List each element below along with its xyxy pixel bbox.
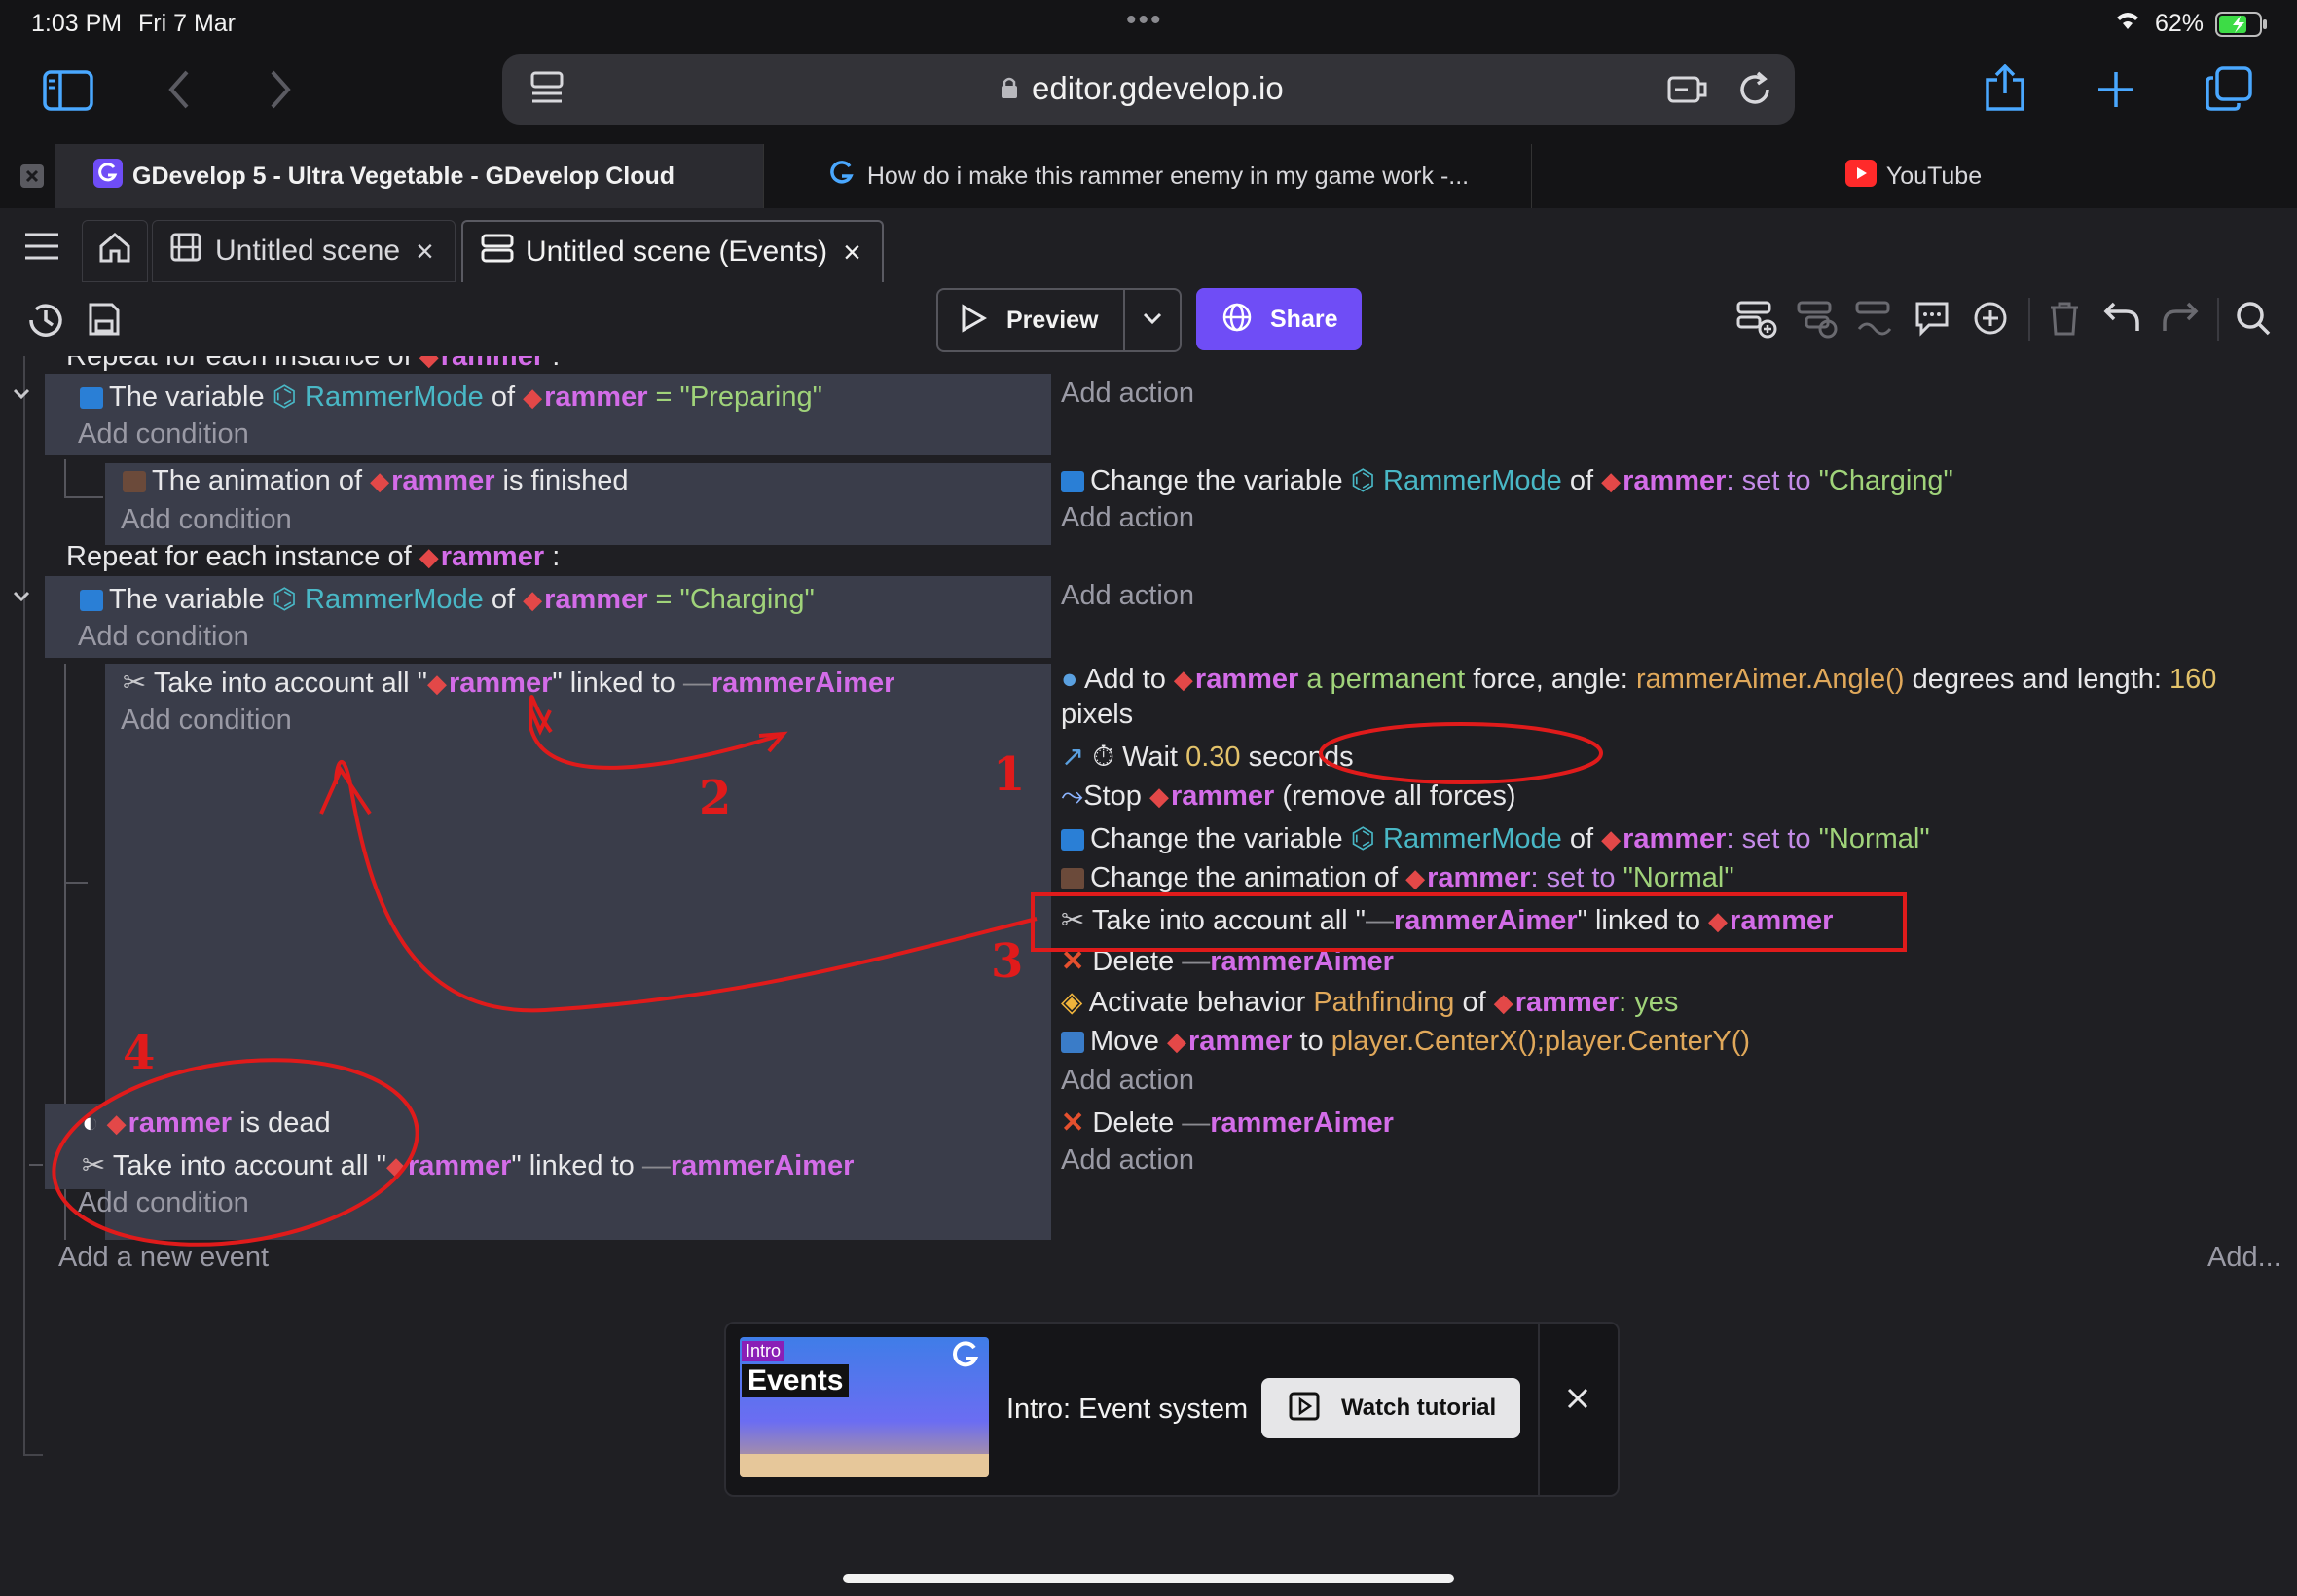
home-indicator[interactable] — [843, 1574, 1454, 1583]
share-button[interactable]: Share — [1196, 288, 1362, 350]
battery-icon — [2215, 12, 2270, 44]
toolbar-divider — [2028, 298, 2030, 341]
add-subevent-icon[interactable] — [1797, 300, 1838, 345]
home-icon — [98, 232, 131, 271]
card-divider — [1538, 1324, 1540, 1495]
reload-icon[interactable] — [1736, 70, 1773, 114]
battery-percent: 62% — [2155, 10, 2205, 37]
preview-button[interactable]: Preview — [938, 290, 1123, 350]
tabs-overview-icon[interactable] — [2206, 66, 2252, 116]
play-icon — [1289, 1392, 1320, 1426]
tutorial-card: Intro Events Intro: Event system Watch t… — [724, 1322, 1620, 1497]
add-event-icon[interactable] — [1736, 300, 1777, 345]
browser-tab-bar: GDevelop 5 - Ultra Vegetable - GDevelop … — [0, 144, 2297, 208]
annotation-number-4: 4 — [123, 1026, 156, 1080]
browser-tab-label: GDevelop 5 - Ultra Vegetable - GDevelop … — [132, 162, 675, 190]
share-label: Share — [1270, 305, 1338, 333]
undo-icon[interactable] — [2102, 300, 2141, 341]
annotation-ellipse-dead — [52, 1058, 419, 1247]
gdevelop-logo-icon — [948, 1341, 983, 1375]
search-icon[interactable] — [2235, 300, 2272, 343]
watch-tutorial-label: Watch tutorial — [1341, 1395, 1497, 1421]
browser-tab-youtube[interactable]: YouTube — [1530, 144, 2297, 208]
annotation-ellipse-wait — [1319, 722, 1603, 784]
close-tab-icon[interactable] — [19, 163, 45, 194]
new-tab-icon[interactable] — [2096, 70, 2135, 114]
preview-options-button[interactable] — [1123, 290, 1182, 350]
preview-button-group: Preview — [936, 288, 1182, 352]
play-icon — [960, 303, 988, 338]
thumb-badge: Intro — [742, 1341, 785, 1361]
annotation-number-1: 1 — [993, 747, 1026, 802]
sidebar-toggle-icon[interactable] — [43, 70, 93, 119]
forward-icon[interactable] — [265, 68, 294, 116]
status-date: Fri 7 Mar — [138, 10, 236, 37]
annotation-arrow-2 — [528, 695, 780, 770]
youtube-favicon — [1844, 159, 1877, 194]
preview-label: Preview — [1006, 306, 1099, 334]
url-text[interactable]: editor.gdevelop.io — [1032, 70, 1284, 107]
annotation-number-3: 3 — [991, 934, 1024, 989]
tab-events-label: Untitled scene (Events) — [526, 236, 828, 268]
page-menu-icon[interactable] — [529, 70, 565, 112]
close-icon[interactable]: × — [416, 234, 434, 270]
multitask-dots-icon[interactable]: ••• — [1126, 4, 1163, 37]
home-tab[interactable] — [82, 220, 148, 282]
status-time: 1:03 PM — [31, 10, 123, 37]
annotation-rect-link — [1031, 892, 1907, 952]
browser-tab-label: How do i make this rammer enemy in my ga… — [866, 162, 1470, 190]
film-icon — [170, 233, 201, 270]
annotation-arrowhead — [758, 731, 788, 753]
gdevelop-favicon — [826, 160, 857, 193]
hamburger-menu-icon[interactable] — [23, 232, 60, 266]
watch-tutorial-button[interactable]: Watch tutorial — [1261, 1378, 1520, 1438]
share-icon[interactable] — [1984, 63, 2026, 118]
annotation-arrow-3 — [334, 759, 1038, 1013]
tab-scene-events[interactable]: Untitled scene (Events) × — [461, 220, 884, 282]
browser-tab-forum[interactable]: How do i make this rammer enemy in my ga… — [763, 144, 1532, 208]
thumb-ground — [740, 1454, 989, 1477]
close-icon[interactable] — [1565, 1386, 1590, 1416]
events-list-icon — [481, 234, 514, 271]
tutorial-title: Intro: Event system — [1006, 1394, 1249, 1425]
browser-tab-gdevelop[interactable]: GDevelop 5 - Ultra Vegetable - GDevelop … — [55, 144, 763, 208]
events-toolbar: Preview Share — [0, 286, 2297, 362]
add-circle-icon[interactable] — [1972, 300, 2009, 343]
redo-icon[interactable] — [2161, 300, 2200, 341]
gdevelop-favicon — [93, 158, 123, 195]
add-comment-event-icon[interactable] — [1855, 300, 1896, 345]
annotation-number-2: 2 — [699, 771, 732, 825]
safari-toolbar: editor.gdevelop.io — [0, 49, 2297, 144]
thumb-title: Events — [742, 1364, 850, 1397]
close-icon[interactable]: × — [843, 235, 861, 271]
save-icon[interactable] — [88, 302, 121, 343]
back-icon[interactable] — [165, 68, 195, 116]
status-bar: 1:03 PM Fri 7 Mar ••• 62% — [0, 0, 2297, 49]
lock-icon — [1001, 76, 1018, 104]
tutorial-thumbnail[interactable]: Intro Events — [740, 1337, 989, 1477]
address-bar[interactable]: editor.gdevelop.io — [502, 54, 1795, 125]
browser-tab-label: YouTube — [1885, 162, 1983, 190]
chevron-down-icon — [1141, 309, 1164, 332]
toolbar-divider — [2217, 298, 2219, 341]
tab-scene[interactable]: Untitled scene × — [152, 220, 456, 282]
globe-icon — [1221, 302, 1253, 338]
history-icon[interactable] — [25, 300, 66, 346]
annotation-arrowhead — [319, 765, 372, 816]
extension-icon[interactable] — [1666, 72, 1707, 112]
tab-scene-label: Untitled scene — [215, 235, 401, 267]
editor-tab-bar: Untitled scene × Untitled scene (Events)… — [0, 208, 2297, 287]
wifi-icon — [2114, 10, 2141, 38]
comment-icon[interactable] — [1914, 300, 1951, 343]
trash-icon[interactable] — [2048, 300, 2081, 343]
